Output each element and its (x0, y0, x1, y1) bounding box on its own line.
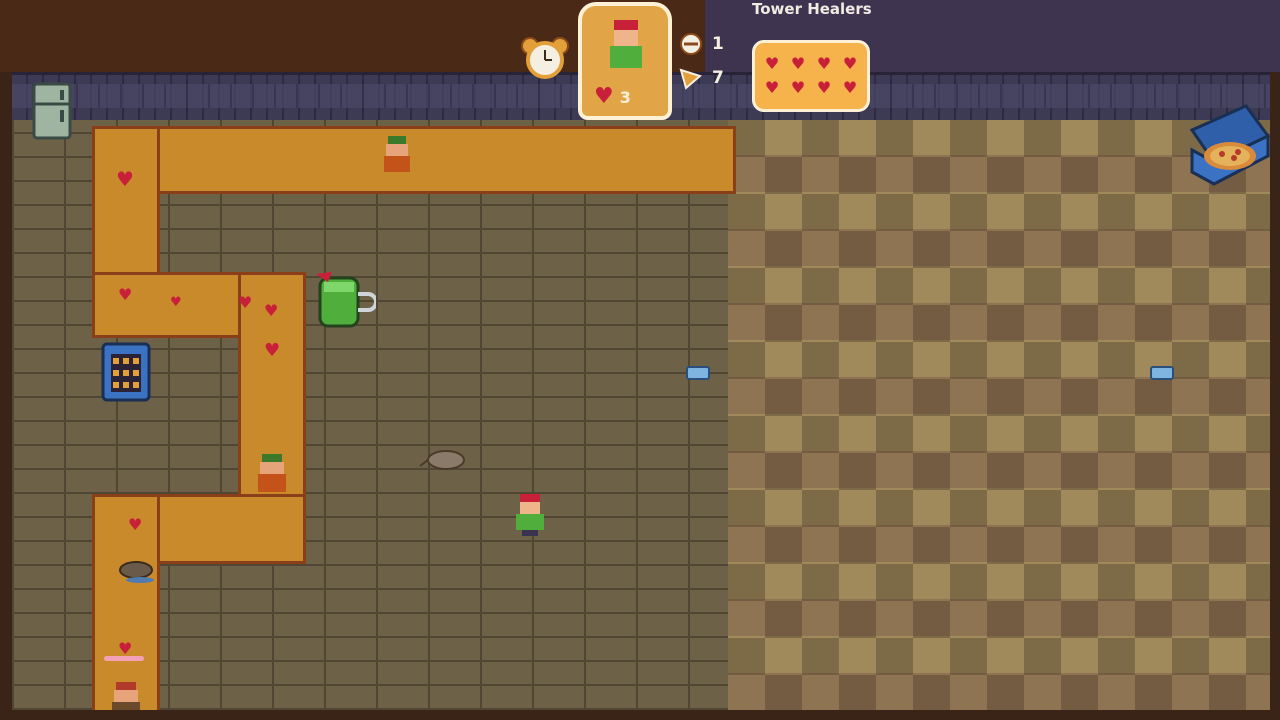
alarm-clock-icon[interactable] (520, 36, 570, 80)
portal-gate (1150, 366, 1174, 380)
cheese-icon (679, 68, 703, 90)
player-hero[interactable] (512, 492, 548, 538)
heart-drop[interactable]: ♥ (264, 300, 278, 322)
right-border (1270, 72, 1280, 720)
heart-icon: ♥ (790, 78, 806, 97)
enemy-path-segment (92, 126, 736, 194)
pizza-slice-count: 1 (712, 34, 724, 54)
heart-drop[interactable]: ♥ (118, 284, 132, 306)
heart-drop[interactable]: ♥ (264, 340, 280, 362)
left-border (0, 72, 12, 720)
player-hp-value: 3 (619, 87, 631, 107)
enemy-gnome[interactable] (380, 134, 414, 176)
pizza-slice-counter: 1 (678, 32, 724, 56)
heart-icon: ♥ (842, 78, 858, 97)
game-stage[interactable]: ♥ ♥ ♥ ♥ ♥ ♥ ♥ ♥ ♥ 3 1 7 Tower Healers ♥ … (0, 0, 1280, 720)
fridge-icon[interactable] (32, 82, 72, 140)
player-portrait[interactable]: ♥ 3 (578, 2, 672, 120)
cheese-counter: 7 (678, 66, 724, 90)
heart-drop[interactable]: ♥ (170, 292, 182, 314)
heart-icon: ♥ (842, 54, 858, 73)
portal-gate (686, 366, 710, 380)
player-portrait-icon (610, 20, 642, 68)
heart-drop[interactable]: ♥ (116, 168, 134, 190)
enemy-gnome[interactable] (108, 680, 144, 710)
heart-icon: ♥ (764, 54, 780, 73)
heart-icon: ♥ (816, 78, 832, 97)
pizza-slice-icon (680, 33, 702, 55)
heart-icon: ♥ (816, 54, 832, 73)
rat-enemy[interactable] (112, 558, 156, 584)
pizza-box-icon[interactable] (1186, 100, 1270, 188)
enemy-health-bar (104, 656, 144, 661)
heart-icon: ♥ (790, 54, 806, 73)
pizza-oven-tower[interactable] (101, 342, 151, 402)
checker-floor-shade (728, 120, 1270, 710)
bottom-border (0, 710, 1280, 720)
rat-enemy[interactable] (418, 446, 468, 472)
player-hp: ♥ 3 (594, 84, 664, 110)
heart-icon: ♥ (764, 78, 780, 97)
health-potion-icon[interactable] (314, 270, 376, 330)
enemy-gnome[interactable] (254, 452, 290, 498)
tower-healer-card[interactable]: ♥ ♥ ♥ ♥ ♥ ♥ ♥ ♥ (752, 40, 870, 112)
heart-drop[interactable]: ♥ (238, 292, 252, 314)
heart-icon: ♥ (594, 84, 614, 109)
tower-title: Tower Healers (752, 0, 872, 18)
cheese-count: 7 (712, 68, 724, 88)
heart-drop[interactable]: ♥ (128, 514, 142, 536)
